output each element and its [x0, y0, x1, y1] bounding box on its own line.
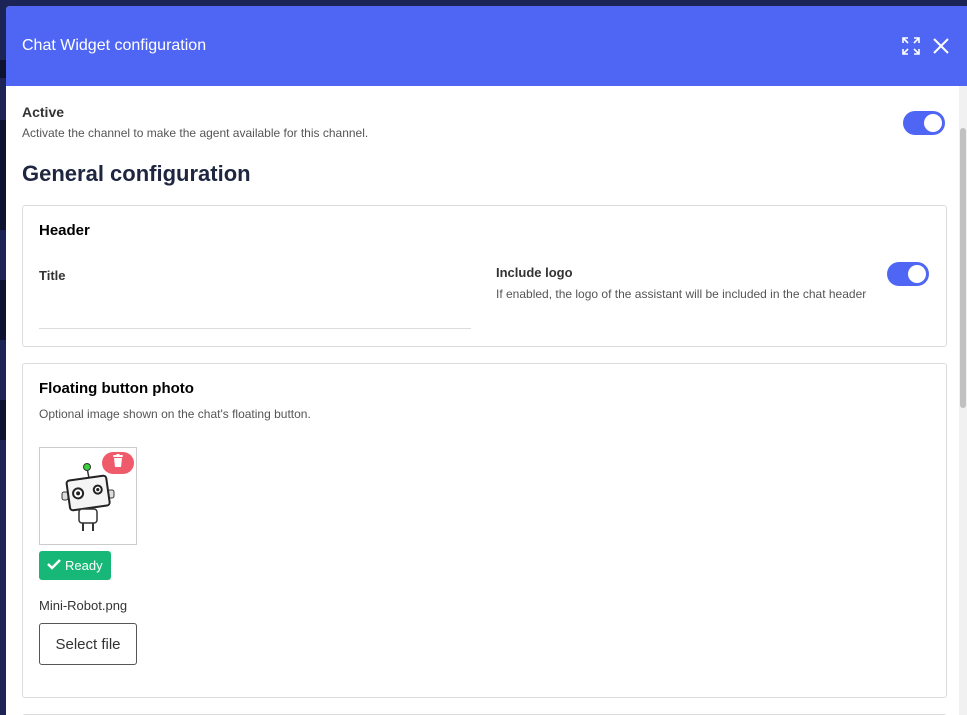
- toggle-knob: [908, 265, 926, 283]
- status-badge: Ready: [39, 551, 111, 580]
- include-logo-label: Include logo: [496, 265, 573, 280]
- active-help: Activate the channel to make the agent a…: [22, 126, 369, 140]
- scrollbar[interactable]: [959, 86, 967, 715]
- delete-image-button[interactable]: [102, 452, 134, 474]
- chat-widget-config-modal: Chat Widget configuration Active Activat…: [6, 6, 967, 715]
- active-setting: Active Activate the channel to make the …: [22, 86, 951, 144]
- modal-header-actions: [901, 36, 951, 56]
- toggle-knob: [924, 114, 942, 132]
- select-file-button[interactable]: Select file: [39, 623, 137, 665]
- trash-icon: [112, 453, 124, 473]
- title-input[interactable]: [39, 286, 471, 328]
- expand-icon[interactable]: [901, 36, 921, 56]
- active-label: Active: [22, 104, 65, 120]
- header-card: Header Title Include logo If enabled, th…: [22, 205, 947, 347]
- active-toggle[interactable]: [903, 111, 945, 135]
- floating-button-card: Floating button photo Optional image sho…: [22, 363, 947, 698]
- close-icon[interactable]: [931, 36, 951, 56]
- check-icon: [47, 558, 61, 573]
- image-thumbnail: [39, 447, 137, 545]
- modal-header: Chat Widget configuration: [6, 6, 967, 86]
- floating-card-help: Optional image shown on the chat's float…: [39, 407, 311, 421]
- scroll-thumb[interactable]: [960, 128, 966, 408]
- title-field-label: Title: [39, 268, 66, 283]
- floating-card-title: Floating button photo: [39, 380, 194, 397]
- title-input-underline: [39, 328, 471, 329]
- general-config-title: General configuration: [22, 161, 251, 186]
- include-logo-help: If enabled, the logo of the assistant wi…: [496, 287, 867, 301]
- header-card-title: Header: [39, 222, 90, 239]
- modal-title: Chat Widget configuration: [22, 37, 207, 54]
- status-text: Ready: [65, 558, 103, 573]
- file-name: Mini-Robot.png: [39, 598, 128, 613]
- include-logo-toggle[interactable]: [887, 262, 929, 286]
